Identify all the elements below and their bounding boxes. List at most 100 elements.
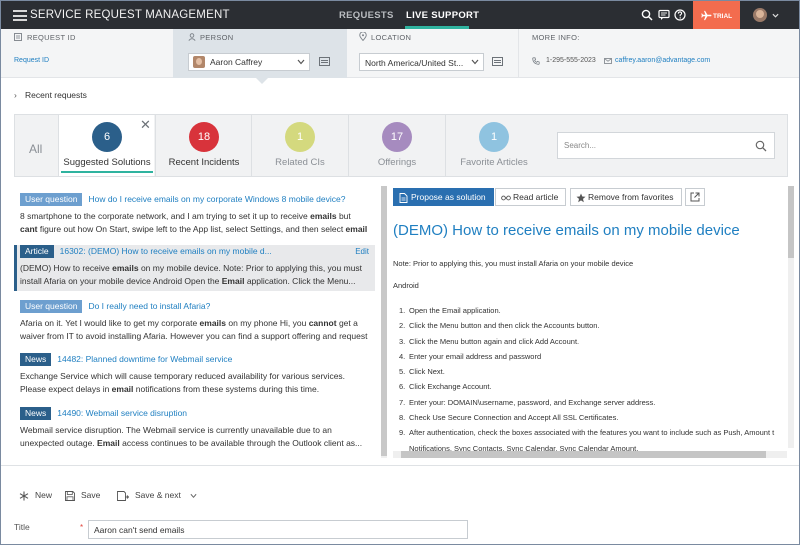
count-badge: 18 [189, 122, 219, 152]
person-avatar [193, 56, 205, 68]
glasses-icon [501, 195, 511, 201]
tab-label: Recent Incidents [168, 157, 240, 168]
scrollbar-thumb[interactable] [401, 451, 766, 458]
trial-button[interactable]: TRIAL [693, 1, 740, 32]
star-icon [576, 193, 586, 203]
chevron-down-icon[interactable] [772, 12, 779, 19]
form-toolbar: New Save Save & next [1, 481, 799, 509]
remove-label: Remove from favorites [588, 192, 674, 202]
type-badge: News [20, 407, 52, 420]
read-label: Read article [513, 192, 559, 202]
nav-tab-live-support[interactable]: LIVE SUPPORT [406, 10, 479, 21]
detail-vertical-scrollbar[interactable] [788, 186, 794, 448]
results-list: User question How do I receive emails on … [14, 186, 375, 458]
chevron-down-icon [297, 59, 305, 65]
step-item: 9. After authentication, check the boxes … [399, 428, 775, 438]
tab-offerings[interactable]: 17 Offerings [348, 115, 444, 176]
new-button[interactable]: New [19, 490, 53, 501]
item-title[interactable]: 14482: Planned downtime for Webmail serv… [57, 353, 232, 366]
save-button[interactable]: Save [65, 490, 101, 501]
trial-label: TRIAL [713, 13, 733, 20]
location-section: LOCATION North America/United St... [359, 29, 509, 78]
person-select[interactable]: Aaron Caffrey [188, 53, 310, 71]
top-bar: SERVICE REQUEST MANAGEMENT REQUESTS LIVE… [1, 1, 799, 32]
type-badge: User question [20, 300, 83, 313]
results-scrollbar[interactable] [381, 186, 387, 458]
type-badge: User question [20, 193, 83, 206]
item-title[interactable]: Do I really need to install Afaria? [88, 300, 210, 313]
open-external-button[interactable] [685, 188, 705, 206]
scrollbar-thumb[interactable] [788, 186, 794, 258]
step-text: Click Next. [409, 367, 445, 377]
type-badge: News [20, 353, 52, 366]
step-text: Enter your email address and password [409, 351, 542, 361]
step-text: After authentication, check the boxes as… [409, 428, 775, 438]
new-label: New [35, 490, 53, 500]
title-input[interactable] [88, 520, 468, 539]
recent-requests-toggle[interactable]: › Recent requests [14, 90, 87, 100]
tab-label: Related CIs [275, 157, 325, 168]
list-item[interactable]: Article 16302: (DEMO) How to receive emai… [14, 245, 375, 291]
step-text: Click Exchange Account. [409, 382, 492, 392]
user-avatar[interactable] [753, 8, 767, 22]
type-badge: Article [20, 245, 54, 258]
list-icon [14, 33, 22, 41]
tab-favorite-articles[interactable]: 1 Favorite Articles [445, 115, 541, 176]
item-snippet: Afaria on it. Yet I would like to get my… [20, 318, 368, 341]
close-icon[interactable]: ✕ [140, 118, 151, 131]
step-text: Open the Email application. [409, 306, 501, 315]
search-icon[interactable] [755, 140, 767, 152]
more-info-section: MORE INFO: 1-295-555-2023 caffrey.aaron@… [518, 29, 798, 78]
chat-icon[interactable] [658, 9, 670, 21]
tab-label: Suggested Solutions [63, 157, 151, 168]
person-pointer [256, 78, 268, 84]
tab-recent-incidents[interactable]: 18 Recent Incidents [155, 115, 251, 176]
save-next-button[interactable]: Save & next [117, 490, 181, 501]
edit-link[interactable]: Edit [355, 247, 369, 256]
menu-icon[interactable] [13, 10, 27, 21]
detail-horizontal-scrollbar[interactable] [393, 451, 787, 458]
save-icon [65, 491, 75, 501]
step-item: 2. Click the Menu button and then click t… [399, 321, 600, 331]
location-select[interactable]: North America/United St... [359, 53, 484, 71]
list-item[interactable]: User question Do I really need to install… [14, 300, 375, 348]
list-item[interactable]: News 14490: Webmail service disruption We… [14, 407, 375, 455]
item-title[interactable]: 16302: (DEMO) How to receive emails on m… [60, 245, 272, 258]
tab-related-cis[interactable]: 1 Related CIs [251, 115, 347, 176]
nav-tab-requests[interactable]: REQUESTS [339, 10, 394, 21]
chevron-right-icon: › [14, 90, 17, 100]
request-id-label: REQUEST ID [27, 33, 76, 42]
step-text: Check Use Secure Connection and Accept A… [409, 413, 619, 423]
tab-suggested-solutions[interactable]: 6 ✕ Suggested Solutions [58, 115, 154, 176]
details-card-icon[interactable] [492, 57, 503, 66]
phone-icon [532, 57, 540, 65]
request-id-value[interactable]: Request ID [14, 57, 49, 64]
tab-all[interactable]: All [29, 142, 42, 156]
list-item[interactable]: News 14482: Planned downtime for Webmail … [14, 353, 375, 401]
email-link[interactable]: caffrey.aaron@advantage.com [615, 57, 710, 64]
chevron-down-icon[interactable] [190, 493, 197, 499]
document-icon [399, 193, 408, 203]
scrollbar-thumb[interactable] [381, 186, 387, 456]
remove-favorite-button[interactable]: Remove from favorites [570, 188, 682, 206]
tab-label: Offerings [377, 157, 417, 168]
list-item[interactable]: User question How do I receive emails on … [14, 193, 375, 241]
propose-solution-button[interactable]: Propose as solution [393, 188, 494, 206]
section-divider [1, 465, 799, 466]
help-icon[interactable] [674, 9, 686, 21]
save-next-label: Save & next [135, 490, 181, 500]
person-name: Aaron Caffrey [210, 57, 263, 67]
save-label: Save [81, 490, 101, 500]
search-input[interactable] [564, 138, 749, 152]
item-title[interactable]: How do I receive emails on my corporate … [88, 193, 345, 206]
search-icon[interactable] [641, 9, 653, 21]
step-item: 6. Click Exchange Account. [399, 382, 492, 392]
step-text: Click the Menu button and then click the… [409, 321, 600, 331]
count-badge: 6 [92, 122, 122, 152]
item-title[interactable]: 14490: Webmail service disruption [57, 407, 187, 420]
details-card-icon[interactable] [319, 57, 330, 66]
article-platform: Android [393, 281, 419, 290]
read-article-button[interactable]: Read article [495, 188, 567, 206]
propose-label: Propose as solution [411, 192, 486, 202]
article-note: Note: Prior to applying this, you must i… [393, 259, 634, 268]
